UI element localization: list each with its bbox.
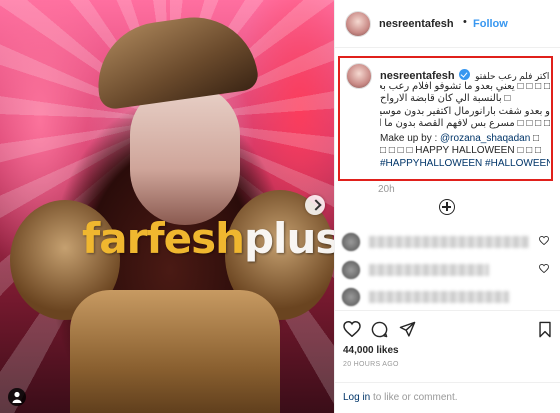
- caption-avatar[interactable]: [346, 63, 372, 89]
- chevron-right-icon[interactable]: [305, 195, 325, 215]
- caption-line-1-wrap: nesreentafesh شو اكتر فلم رعب حلفتو: [380, 68, 550, 81]
- halloween-line: □ □ □ □ HAPPY HALLOWEEN □ □ □: [380, 145, 542, 156]
- add-comment-icon[interactable]: [439, 199, 455, 215]
- avatar[interactable]: [341, 260, 361, 280]
- login-prompt: Log in to like or comment.: [343, 392, 458, 403]
- post-time-ago: 20 HOURS AGO: [343, 361, 399, 368]
- hashtag-happyhalloween[interactable]: #HAPPYHALLOWEEN: [380, 158, 482, 169]
- separator-dot: •: [463, 16, 467, 28]
- login-rest: to like or comment.: [370, 392, 458, 403]
- verified-badge-icon: [459, 69, 471, 80]
- list-item: [341, 232, 553, 254]
- caption-line-4: و بعدو شفت بارانورمال اكتفير بدون موسيقا…: [380, 105, 550, 117]
- heart-icon[interactable]: [343, 321, 361, 337]
- caption-line-1: شو اكتر فلم رعب حلفتو: [475, 71, 550, 81]
- tagged-person-icon[interactable]: [8, 388, 26, 406]
- skull-makeup-face: [130, 85, 240, 225]
- list-item: [341, 260, 553, 282]
- avatar[interactable]: [341, 287, 361, 307]
- makeup-mention-link[interactable]: @rozana_shaqadan: [440, 133, 530, 144]
- makeup-suffix: □: [530, 132, 540, 144]
- likes-count[interactable]: 44,000 likes: [343, 345, 399, 356]
- caption-line-2: □ □ □ □ يعني بعدو ما تشوفو افلام رعب بحي…: [380, 80, 550, 92]
- hashtag-line: #HAPPYHALLOWEEN #HALLOWEEN: [380, 158, 550, 171]
- post-photo[interactable]: farfeshplus.com: [0, 0, 334, 413]
- watermark-part-a: farfesh: [82, 214, 245, 263]
- blurred-comment: [369, 291, 509, 303]
- watermark-part-b: plus.com: [243, 214, 334, 263]
- comment-icon[interactable]: [371, 321, 388, 338]
- caption-line-5: □ □ □ □ مسرع بس لافهم القصة بدون ما ارتع…: [380, 118, 550, 129]
- caption-text: nesreentafesh شو اكتر فلم رعب حلفتو □ □ …: [380, 68, 550, 170]
- action-bar: [335, 310, 560, 345]
- login-link[interactable]: Log in: [343, 392, 370, 403]
- list-item: [341, 287, 553, 309]
- caption-timestamp: 20h: [378, 184, 395, 195]
- heart-icon[interactable]: [539, 264, 549, 273]
- watermark-logo: farfeshplus.com: [82, 214, 334, 263]
- login-bar: Log in to like or comment.: [335, 382, 560, 413]
- share-icon[interactable]: [399, 321, 416, 338]
- caption-line-3: □ بالنسبة الي كان قابضة الارواح: [380, 93, 511, 104]
- blurred-comment: [369, 264, 489, 276]
- bookmark-icon[interactable]: [538, 321, 552, 338]
- avatar[interactable]: [341, 232, 361, 252]
- caption-username[interactable]: nesreentafesh: [380, 70, 455, 81]
- post-sidebar: nesreentafesh • Follow nesreentafesh شو …: [334, 0, 560, 413]
- follow-button[interactable]: Follow: [473, 18, 508, 30]
- post-header: nesreentafesh • Follow: [335, 0, 560, 48]
- makeup-prefix: Make up by :: [380, 132, 441, 144]
- heart-icon[interactable]: [539, 236, 549, 245]
- header-username[interactable]: nesreentafesh: [379, 18, 454, 30]
- makeup-credit: Make up by : @rozana_shaqadan □: [380, 133, 550, 146]
- gold-dress: [70, 290, 280, 413]
- blurred-comment: [369, 236, 529, 248]
- caption-highlight: nesreentafesh شو اكتر فلم رعب حلفتو □ □ …: [338, 56, 553, 181]
- avatar[interactable]: [345, 11, 371, 37]
- hashtag-halloween[interactable]: #HALLOWEEN: [485, 158, 550, 169]
